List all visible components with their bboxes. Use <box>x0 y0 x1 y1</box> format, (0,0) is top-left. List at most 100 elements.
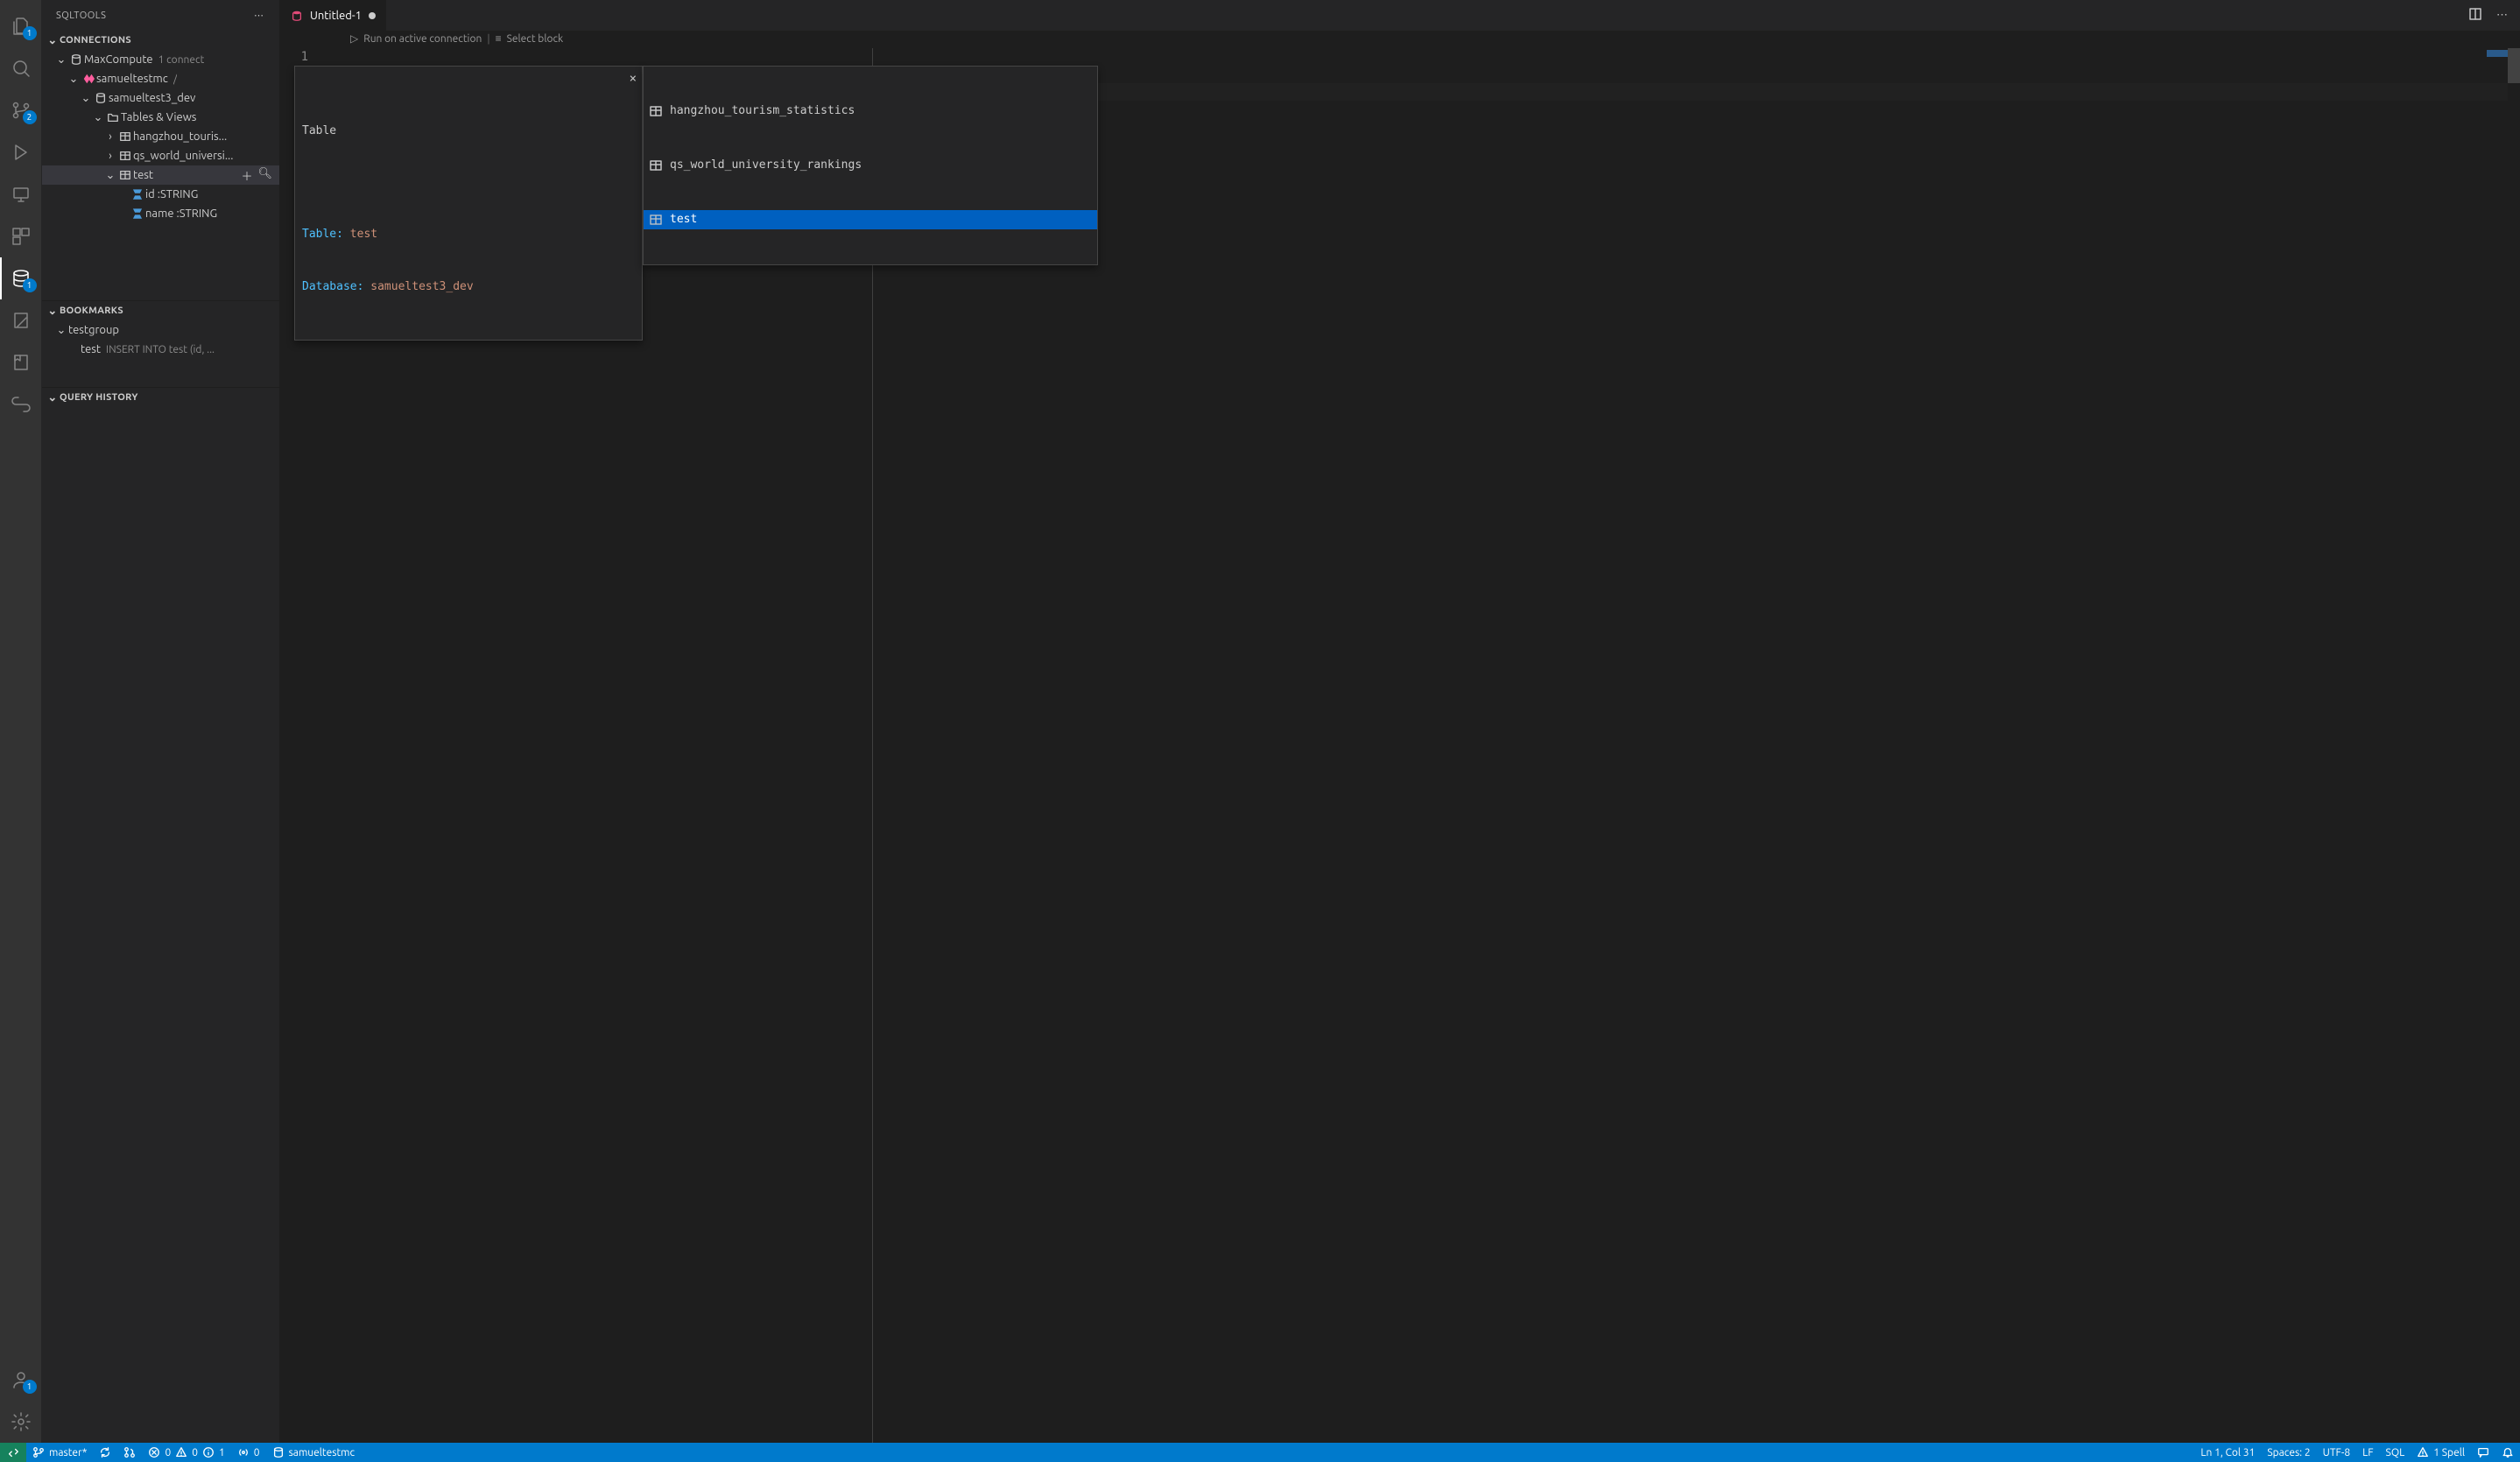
activity-explorer[interactable]: 1 <box>0 5 42 47</box>
table-icon <box>117 130 133 143</box>
activity-custom-1[interactable] <box>0 299 42 341</box>
status-eol[interactable]: LF <box>2356 1443 2379 1462</box>
section-connections[interactable]: ⌄ CONNECTIONS <box>42 31 279 50</box>
activity-run[interactable] <box>0 131 42 173</box>
codelens-select[interactable]: Select block <box>507 31 564 48</box>
column-icon <box>130 207 145 220</box>
tree-connection[interactable]: ⌄ MaxCompute 1 connect <box>42 50 279 69</box>
status-ports[interactable]: 0 <box>231 1443 266 1462</box>
activity-custom-2[interactable] <box>0 341 42 383</box>
vertical-scrollbar[interactable] <box>2508 48 2520 1443</box>
tab-untitled[interactable]: Untitled-1 <box>280 0 387 31</box>
suggest-label: qs_world_university_rankings <box>670 157 862 174</box>
play-icon[interactable]: ▷ <box>350 31 358 48</box>
note-icon <box>11 310 32 331</box>
activity-custom-3[interactable] <box>0 383 42 425</box>
tree-label: testgroup <box>68 324 119 336</box>
remote-icon <box>7 1446 19 1458</box>
editor-body[interactable]: 1 select * from samueltest3_dev. × Table… <box>280 48 2520 1443</box>
tree-label: hangzhou_touris... <box>133 130 227 143</box>
bookmark-item[interactable]: · test INSERT INTO test (id, ... <box>42 340 279 359</box>
tree-column[interactable]: · id :STRING <box>42 185 279 204</box>
list-icon[interactable]: ≡ <box>496 31 502 48</box>
codelens-run[interactable]: Run on active connection <box>363 31 482 48</box>
sidebar: SQLTOOLS ⋯ ⌄ CONNECTIONS ⌄ MaxCompute 1 … <box>42 0 280 1443</box>
suggest-item[interactable]: hangzhou_tourism_statistics <box>644 102 1097 121</box>
tree-table[interactable]: › qs_world_universi... <box>42 146 279 165</box>
suggest-widget: hangzhou_tourism_statistics qs_world_uni… <box>643 66 1098 265</box>
status-lncol[interactable]: Ln 1, Col 31 <box>2194 1443 2261 1462</box>
maxcompute-icon <box>81 73 96 85</box>
suggest-item-selected[interactable]: test <box>644 210 1097 229</box>
folder-icon <box>105 111 121 123</box>
table-icon <box>649 213 663 227</box>
status-spaces[interactable]: Spaces: 2 <box>2261 1443 2316 1462</box>
table-icon <box>649 158 663 172</box>
status-sync[interactable] <box>93 1443 117 1462</box>
database-icon <box>68 53 84 66</box>
activity-scm[interactable]: 2 <box>0 89 42 131</box>
tree-database[interactable]: ⌄ samueltestmc / <box>42 69 279 88</box>
sync-icon <box>99 1446 111 1458</box>
close-icon[interactable]: × <box>630 70 637 88</box>
error-icon <box>148 1446 160 1458</box>
tree-table-test[interactable]: ⌄ test ＋ 🔍︎ <box>42 165 279 185</box>
tree-label: name :STRING <box>145 207 217 220</box>
tab-title: Untitled-1 <box>310 10 362 22</box>
status-branch[interactable]: master* <box>26 1443 93 1462</box>
chevron-right-icon: › <box>103 130 117 143</box>
tree-tables-group[interactable]: ⌄ Tables & Views <box>42 108 279 127</box>
status-spell[interactable]: 1 Spell <box>2411 1443 2471 1462</box>
section-query-history[interactable]: ⌄ QUERY HISTORY <box>42 388 279 407</box>
bookmark-group[interactable]: ⌄ testgroup <box>42 320 279 340</box>
status-remote[interactable] <box>0 1443 26 1462</box>
tree-meta: / <box>173 74 177 85</box>
doc-header: Table <box>302 123 635 140</box>
activity-remote[interactable] <box>0 173 42 215</box>
minimap[interactable] <box>2487 50 2508 57</box>
tree-schema[interactable]: ⌄ samueltest3_dev <box>42 88 279 108</box>
tree-label: test <box>81 343 101 355</box>
tree-table[interactable]: › hangzhou_touris... <box>42 127 279 146</box>
status-language[interactable]: SQL <box>2380 1443 2411 1462</box>
scrollbar-thumb[interactable] <box>2508 48 2520 83</box>
magnify-icon[interactable]: 🔍︎ <box>257 167 272 184</box>
activity-settings[interactable] <box>0 1401 42 1443</box>
status-encoding[interactable]: UTF-8 <box>2317 1443 2356 1462</box>
line-number: 1 <box>280 48 331 66</box>
chevron-down-icon: ⌄ <box>103 169 117 182</box>
extensions-icon <box>11 226 32 247</box>
status-feedback[interactable] <box>2471 1443 2495 1462</box>
feedback-icon <box>2477 1446 2489 1458</box>
badge: 1 <box>23 26 37 40</box>
status-problems[interactable]: 0 0 1 <box>142 1443 230 1462</box>
tree-label: Tables & Views <box>121 111 196 123</box>
add-icon[interactable]: ＋ <box>241 167 252 184</box>
badge: 2 <box>23 110 37 124</box>
pull-request-icon <box>123 1446 136 1458</box>
status-pull-request[interactable] <box>117 1443 142 1462</box>
activity-extensions[interactable] <box>0 215 42 257</box>
section-label: BOOKMARKS <box>60 306 123 316</box>
activity-sqltools[interactable]: 1 <box>0 257 42 299</box>
more-icon[interactable]: ⋯ <box>2496 9 2509 22</box>
sidebar-title: SQLTOOLS ⋯ <box>42 0 279 31</box>
bookmark-fold-icon <box>11 352 32 373</box>
activity-account[interactable]: 1 <box>0 1359 42 1401</box>
suggest-item[interactable]: qs_world_university_rankings <box>644 156 1097 175</box>
tree-column[interactable]: · name :STRING <box>42 204 279 223</box>
section-bookmarks[interactable]: ⌄ BOOKMARKS <box>42 301 279 320</box>
badge: 1 <box>23 278 37 292</box>
status-bell[interactable] <box>2495 1443 2520 1462</box>
remote-icon <box>11 184 32 205</box>
split-editor-icon[interactable] <box>2468 7 2482 24</box>
search-icon <box>11 58 32 79</box>
status-connection[interactable]: samueltestmc <box>266 1443 362 1462</box>
chevron-down-icon: ⌄ <box>91 111 105 124</box>
badge: 1 <box>23 1380 37 1394</box>
chevron-right-icon: › <box>103 150 117 162</box>
more-icon[interactable]: ⋯ <box>254 10 265 21</box>
warning-icon <box>2417 1446 2429 1458</box>
radio-icon <box>237 1446 250 1458</box>
activity-search[interactable] <box>0 47 42 89</box>
